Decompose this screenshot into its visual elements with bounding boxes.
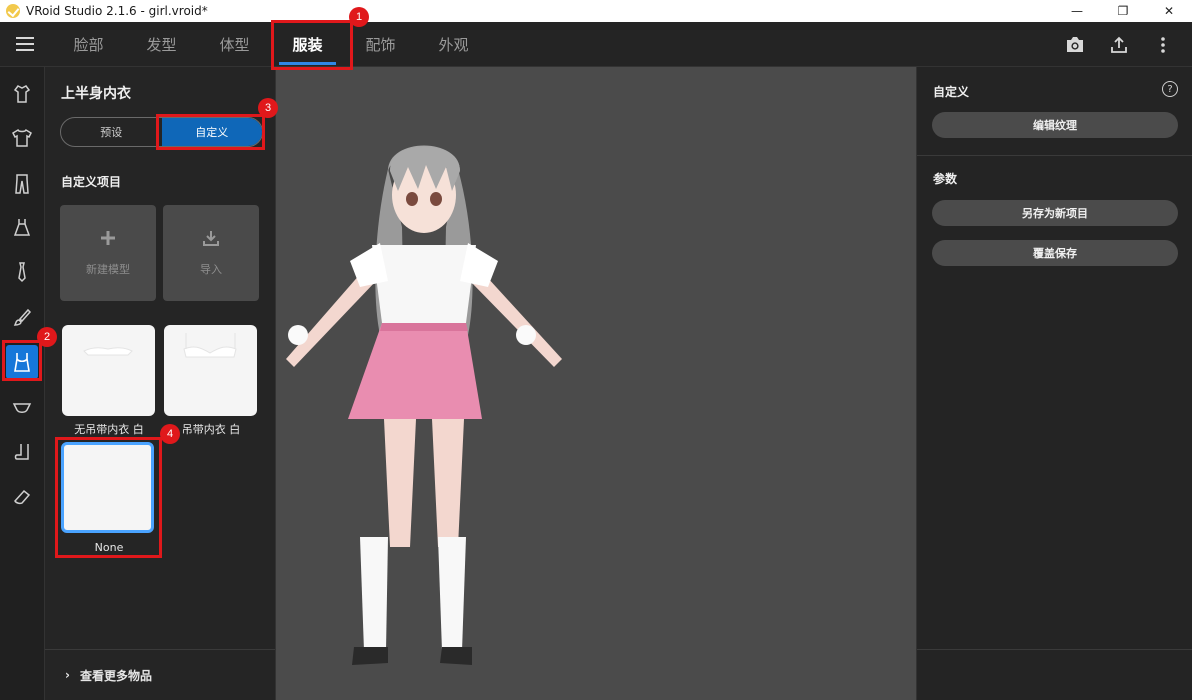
properties-panel: 自定义 ? 编辑纹理 参数 另存为新项目 覆盖保存	[916, 67, 1192, 700]
see-more-items-button[interactable]: › 查看更多物品	[45, 649, 275, 700]
tab-look[interactable]: 外观	[417, 22, 490, 67]
tab-body[interactable]: 体型	[198, 22, 271, 67]
overwrite-save-button[interactable]: 覆盖保存	[932, 240, 1178, 266]
item-label-none: None	[94, 541, 124, 554]
annotation-badge-1: 1	[349, 7, 369, 27]
tab-outfit[interactable]: 服装	[271, 22, 344, 67]
divider-bottom	[917, 649, 1192, 650]
item-panel: 上半身内衣 预设 自定义 自定义项目 新建模型 导入 无吊带内衣 白 吊带内衣 …	[45, 67, 276, 700]
category-sidebar	[0, 67, 45, 700]
tab-hair[interactable]: 发型	[125, 22, 198, 67]
tab-accessory[interactable]: 配饰	[344, 22, 417, 67]
vroid-logo-icon	[6, 4, 20, 18]
see-more-label: 查看更多物品	[79, 668, 152, 683]
chevron-right-icon: ›	[65, 668, 70, 682]
item-thumbnail-strap[interactable]	[164, 325, 257, 416]
divider	[917, 155, 1192, 156]
restore-button[interactable]: ❐	[1100, 0, 1146, 22]
minimize-button[interactable]: —	[1054, 0, 1100, 22]
avatar-model	[286, 145, 562, 665]
save-as-new-button[interactable]: 另存为新项目	[932, 200, 1178, 226]
edit-texture-button[interactable]: 编辑纹理	[932, 112, 1178, 138]
annotation-badge-3: 3	[258, 98, 278, 118]
camera-icon[interactable]	[1064, 34, 1086, 56]
custom-tab[interactable]: 自定义	[161, 118, 262, 146]
underwear-bottom-icon[interactable]	[7, 393, 37, 423]
tab-face[interactable]: 脸部	[52, 22, 125, 67]
more-vertical-icon[interactable]	[1152, 34, 1174, 56]
top-navigation: 脸部 发型 体型 服装 配饰 外观	[0, 22, 1192, 67]
dress-icon[interactable]	[7, 213, 37, 243]
plus-icon	[101, 231, 115, 245]
params-section-label: 参数	[933, 172, 958, 186]
preset-tab[interactable]: 预设	[61, 118, 162, 146]
import-icon	[203, 231, 219, 246]
preset-custom-toggle: 预设 自定义	[60, 117, 263, 147]
custom-section-label: 自定义	[933, 85, 970, 99]
shoe-icon[interactable]	[7, 481, 37, 511]
tie-icon[interactable]	[7, 257, 37, 287]
brush-icon[interactable]	[7, 303, 37, 333]
title-bar: VRoid Studio 2.1.6 - girl.vroid* — ❐ ✕	[0, 0, 1192, 22]
window-title: VRoid Studio 2.1.6 - girl.vroid*	[26, 4, 208, 18]
item-label-strapless: 无吊带内衣 白	[74, 423, 144, 436]
shirt-outline-icon[interactable]	[7, 79, 37, 109]
item-thumbnail-strapless[interactable]	[62, 325, 155, 416]
close-button[interactable]: ✕	[1146, 0, 1192, 22]
pants-icon[interactable]	[7, 169, 37, 199]
help-icon[interactable]: ?	[1162, 81, 1178, 97]
underwear-top-icon[interactable]	[6, 345, 38, 379]
new-model-label: 新建模型	[86, 263, 130, 276]
panel-title: 上半身内衣	[61, 86, 131, 102]
sock-icon[interactable]	[7, 437, 37, 467]
hamburger-menu-icon[interactable]	[14, 34, 36, 54]
annotation-badge-4: 4	[160, 424, 180, 444]
new-model-button[interactable]: 新建模型	[60, 205, 156, 301]
item-thumbnail-none[interactable]	[61, 442, 154, 533]
import-button[interactable]: 导入	[163, 205, 259, 301]
tshirt-icon[interactable]	[7, 123, 37, 153]
section-label-custom-items: 自定义项目	[61, 175, 122, 189]
annotation-badge-2: 2	[37, 327, 57, 347]
import-label: 导入	[200, 263, 222, 276]
export-icon[interactable]	[1108, 34, 1130, 56]
3d-viewport[interactable]	[276, 67, 916, 700]
